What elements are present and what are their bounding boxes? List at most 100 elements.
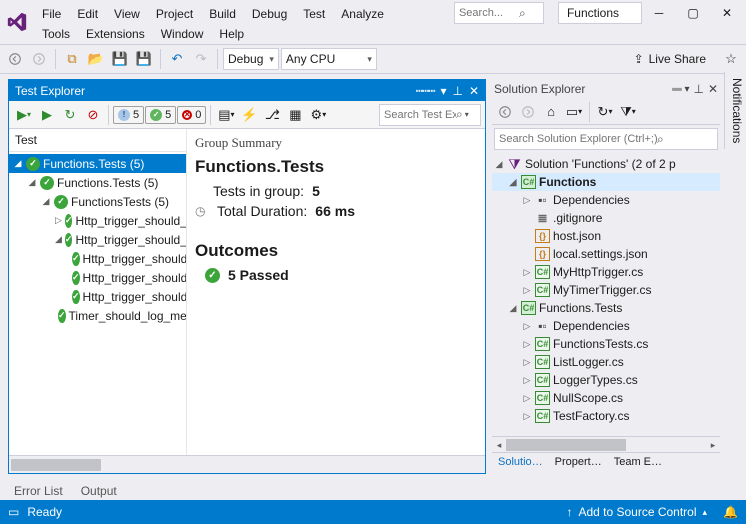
menu-view[interactable]: View bbox=[106, 4, 148, 24]
scroll-left-button[interactable]: ◂ bbox=[492, 437, 506, 453]
test-column-header[interactable]: Test bbox=[9, 129, 186, 152]
scroll-right-button[interactable]: ▸ bbox=[706, 437, 720, 453]
expander-icon[interactable]: ▷ bbox=[522, 375, 532, 386]
quick-launch[interactable]: ⌕ bbox=[454, 2, 544, 24]
expander-icon[interactable]: ◢ bbox=[508, 303, 518, 314]
test-tree-node[interactable]: ◢✓Functions.Tests (5) bbox=[9, 154, 186, 173]
open-file-button[interactable]: 📂 bbox=[85, 48, 107, 70]
menu-edit[interactable]: Edit bbox=[69, 4, 106, 24]
tab-output[interactable]: Output bbox=[75, 482, 123, 500]
undo-button[interactable]: ↶ bbox=[166, 48, 188, 70]
pin-button[interactable]: ⊥ bbox=[452, 84, 462, 98]
expander-open-icon[interactable]: ◢ bbox=[55, 234, 62, 245]
test-explorer-hscroll[interactable] bbox=[9, 455, 485, 473]
filter-button[interactable]: ⧩▾ bbox=[617, 101, 639, 123]
solution-tree-node[interactable]: ▷C#LoggerTypes.cs bbox=[492, 371, 720, 389]
feedback-button[interactable]: ☆ bbox=[720, 48, 742, 70]
menu-build[interactable]: Build bbox=[201, 4, 244, 24]
menu-help[interactable]: Help bbox=[211, 24, 252, 44]
menu-tools[interactable]: Tools bbox=[34, 24, 78, 44]
solution-tree-node[interactable]: {}host.json bbox=[492, 227, 720, 245]
expander-icon[interactable]: ▷ bbox=[522, 285, 532, 296]
panel-close-button[interactable]: ✕ bbox=[708, 82, 718, 96]
expander-open-icon[interactable]: ◢ bbox=[27, 177, 37, 188]
solution-tree-node[interactable]: ▷C#FunctionsTests.cs bbox=[492, 335, 720, 353]
menu-project[interactable]: Project bbox=[148, 4, 201, 24]
failed-count[interactable]: ✕0 bbox=[177, 106, 206, 124]
pin-button[interactable]: ⊥ bbox=[693, 82, 703, 96]
tab-properties[interactable]: Propert… bbox=[549, 453, 608, 474]
forward-button[interactable] bbox=[28, 48, 50, 70]
expander-open-icon[interactable]: ◢ bbox=[41, 196, 51, 207]
solution-explorer-search[interactable]: ⌕ bbox=[494, 128, 718, 150]
not-run-count[interactable]: !5 bbox=[113, 106, 144, 124]
expander-icon[interactable]: ◢ bbox=[494, 159, 504, 170]
new-project-button[interactable]: ⧉ bbox=[61, 48, 83, 70]
solution-tree[interactable]: ◢⧩Solution 'Functions' (2 of 2 p ◢C#Funct… bbox=[492, 153, 720, 436]
test-explorer-search-input[interactable] bbox=[384, 109, 456, 121]
solution-explorer-hscroll[interactable]: ◂ ▸ bbox=[492, 436, 720, 452]
solution-tree-node[interactable]: ▷C#MyTimerTrigger.cs bbox=[492, 281, 720, 299]
redo-button[interactable]: ↷ bbox=[190, 48, 212, 70]
group-by-button[interactable]: ⎇ bbox=[261, 104, 283, 126]
menu-analyze[interactable]: Analyze bbox=[333, 4, 392, 24]
save-button[interactable]: 💾 bbox=[109, 48, 131, 70]
panel-close-button[interactable]: ✕ bbox=[469, 84, 479, 98]
solution-tree-node[interactable]: ▷▪▫Dependencies bbox=[492, 317, 720, 335]
expander-icon[interactable]: ▷ bbox=[522, 411, 532, 422]
solution-tree-node[interactable]: ◢⧩Solution 'Functions' (2 of 2 p bbox=[492, 155, 720, 173]
solution-config-combo[interactable]: Debug▾ bbox=[223, 48, 279, 70]
expander-icon[interactable]: ▷ bbox=[522, 393, 532, 404]
notifications-tab[interactable]: Notifications bbox=[724, 72, 746, 149]
back-button[interactable] bbox=[494, 101, 516, 123]
expander-icon[interactable]: ▷ bbox=[522, 357, 532, 368]
test-tree-node[interactable]: ✓Http_trigger_should_return_string_3 bbox=[9, 287, 186, 306]
solution-tree-node[interactable]: {}local.settings.json bbox=[492, 245, 720, 263]
solution-tree-node[interactable]: ▷C#MyHttpTrigger.cs bbox=[492, 263, 720, 281]
menu-debug[interactable]: Debug bbox=[244, 4, 295, 24]
live-share-button[interactable]: ⇪ Live Share bbox=[628, 52, 712, 66]
chevron-down-icon[interactable]: ▾ bbox=[465, 110, 469, 119]
tab-team-explorer[interactable]: Team E… bbox=[608, 453, 668, 474]
test-tree-node[interactable]: ✓Http_trigger_should_return_string_1 bbox=[9, 249, 186, 268]
expander-closed-icon[interactable]: ▷ bbox=[55, 215, 62, 226]
quick-launch-input[interactable] bbox=[459, 7, 519, 19]
add-source-control-button[interactable]: Add to Source Control bbox=[578, 505, 696, 519]
maximize-button[interactable]: ▢ bbox=[676, 2, 710, 24]
scrollbar-thumb[interactable] bbox=[506, 439, 626, 451]
expander-icon[interactable]: ◢ bbox=[508, 177, 518, 188]
expander-open-icon[interactable]: ◢ bbox=[13, 158, 23, 169]
expander-icon[interactable]: ▷ bbox=[522, 321, 532, 332]
repeat-button[interactable]: ↻ bbox=[59, 104, 81, 126]
window-menu-button[interactable]: ▾ bbox=[440, 84, 446, 98]
columns-button[interactable]: ▦ bbox=[284, 104, 306, 126]
test-tree-node[interactable]: ✓Timer_should_log_message bbox=[9, 306, 186, 325]
expander-icon[interactable]: ▷ bbox=[522, 267, 532, 278]
chevron-up-icon[interactable]: ▴ bbox=[703, 507, 708, 518]
scrollbar-thumb[interactable] bbox=[11, 459, 101, 471]
menu-file[interactable]: File bbox=[34, 4, 69, 24]
publish-icon[interactable]: ↑ bbox=[566, 505, 572, 519]
close-button[interactable]: ✕ bbox=[710, 2, 744, 24]
run-button[interactable]: ▶ bbox=[36, 104, 58, 126]
menu-test[interactable]: Test bbox=[295, 4, 333, 24]
passed-count[interactable]: ✓5 bbox=[145, 106, 176, 124]
filter-button[interactable]: ⚡ bbox=[238, 104, 260, 126]
expander-icon[interactable]: ▷ bbox=[522, 195, 532, 206]
solution-tree-node[interactable]: ◢C#Functions.Tests bbox=[492, 299, 720, 317]
window-menu-button[interactable]: ▾ bbox=[684, 84, 689, 95]
back-button[interactable] bbox=[4, 48, 26, 70]
notifications-bell-icon[interactable]: 🔔 bbox=[723, 505, 738, 519]
run-all-button[interactable]: ▶▾ bbox=[13, 104, 35, 126]
solution-platform-combo[interactable]: Any CPU▾ bbox=[281, 48, 377, 70]
stop-button[interactable]: ⊘ bbox=[82, 104, 104, 126]
home-button[interactable]: ⌂ bbox=[540, 101, 562, 123]
test-tree-node[interactable]: ◢✓FunctionsTests (5) bbox=[9, 192, 186, 211]
switch-views-button[interactable]: ▭▾ bbox=[563, 101, 585, 123]
solution-tree-node[interactable]: ≣.gitignore bbox=[492, 209, 720, 227]
solution-tree-node[interactable]: ▷C#TestFactory.cs bbox=[492, 407, 720, 425]
forward-button[interactable] bbox=[517, 101, 539, 123]
test-tree[interactable]: ◢✓Functions.Tests (5)◢✓Functions.Tests (… bbox=[9, 152, 186, 455]
tab-solution-explorer[interactable]: Solutio… bbox=[492, 453, 549, 474]
tab-error-list[interactable]: Error List bbox=[8, 482, 69, 500]
